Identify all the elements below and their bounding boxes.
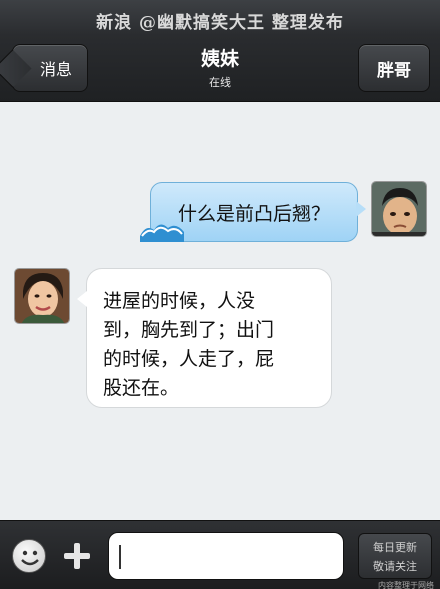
profile-button[interactable]: 胖哥 [358,44,430,92]
contact-avatar[interactable] [14,268,70,324]
my-avatar[interactable] [371,181,427,237]
add-attachment-button[interactable] [60,539,94,573]
emoji-button[interactable] [12,539,46,573]
follow-button[interactable]: 每日更新 敬请关注 [358,533,432,579]
text-caret [119,545,121,569]
back-button[interactable]: 消息 [12,44,88,92]
incoming-message-bubble[interactable]: 进屋的时候，人没 到，胸先到了；出门 的时候，人走了，屁 股还在。 [77,268,332,408]
chat-title: 姨妹 [200,48,239,70]
avatar-man-icon [372,182,426,236]
message-input[interactable] [108,532,344,580]
incoming-message-line: 股还在。 [103,377,180,399]
source-note: 内容整理于网络 [378,581,434,589]
wave-decoration-icon [140,224,184,242]
incoming-message-line: 到，胸先到了；出门 [103,319,275,341]
watermark-text: 新浪 @幽默搞笑大王 整理发布 [96,13,344,33]
input-toolbar: 每日更新 敬请关注 内容整理于网络 [0,520,440,589]
navigation-bar: 新浪 @幽默搞笑大王 整理发布 消息 姨妹 在线 胖哥 [0,0,440,102]
chat-title-area: 姨妹 在线 [120,44,320,90]
online-status: 在线 [209,76,231,89]
plus-icon [64,543,90,569]
avatar-woman-icon [15,269,69,323]
follow-line-2: 敬请关注 [373,560,417,573]
follow-line-1: 每日更新 [373,541,417,554]
incoming-message-line: 的时候，人走了，屁 [103,348,275,370]
outgoing-message-text: 什么是前凸后翘？ [177,202,330,225]
incoming-message-line: 进屋的时候，人没 [103,290,256,312]
smiley-icon [21,550,39,566]
